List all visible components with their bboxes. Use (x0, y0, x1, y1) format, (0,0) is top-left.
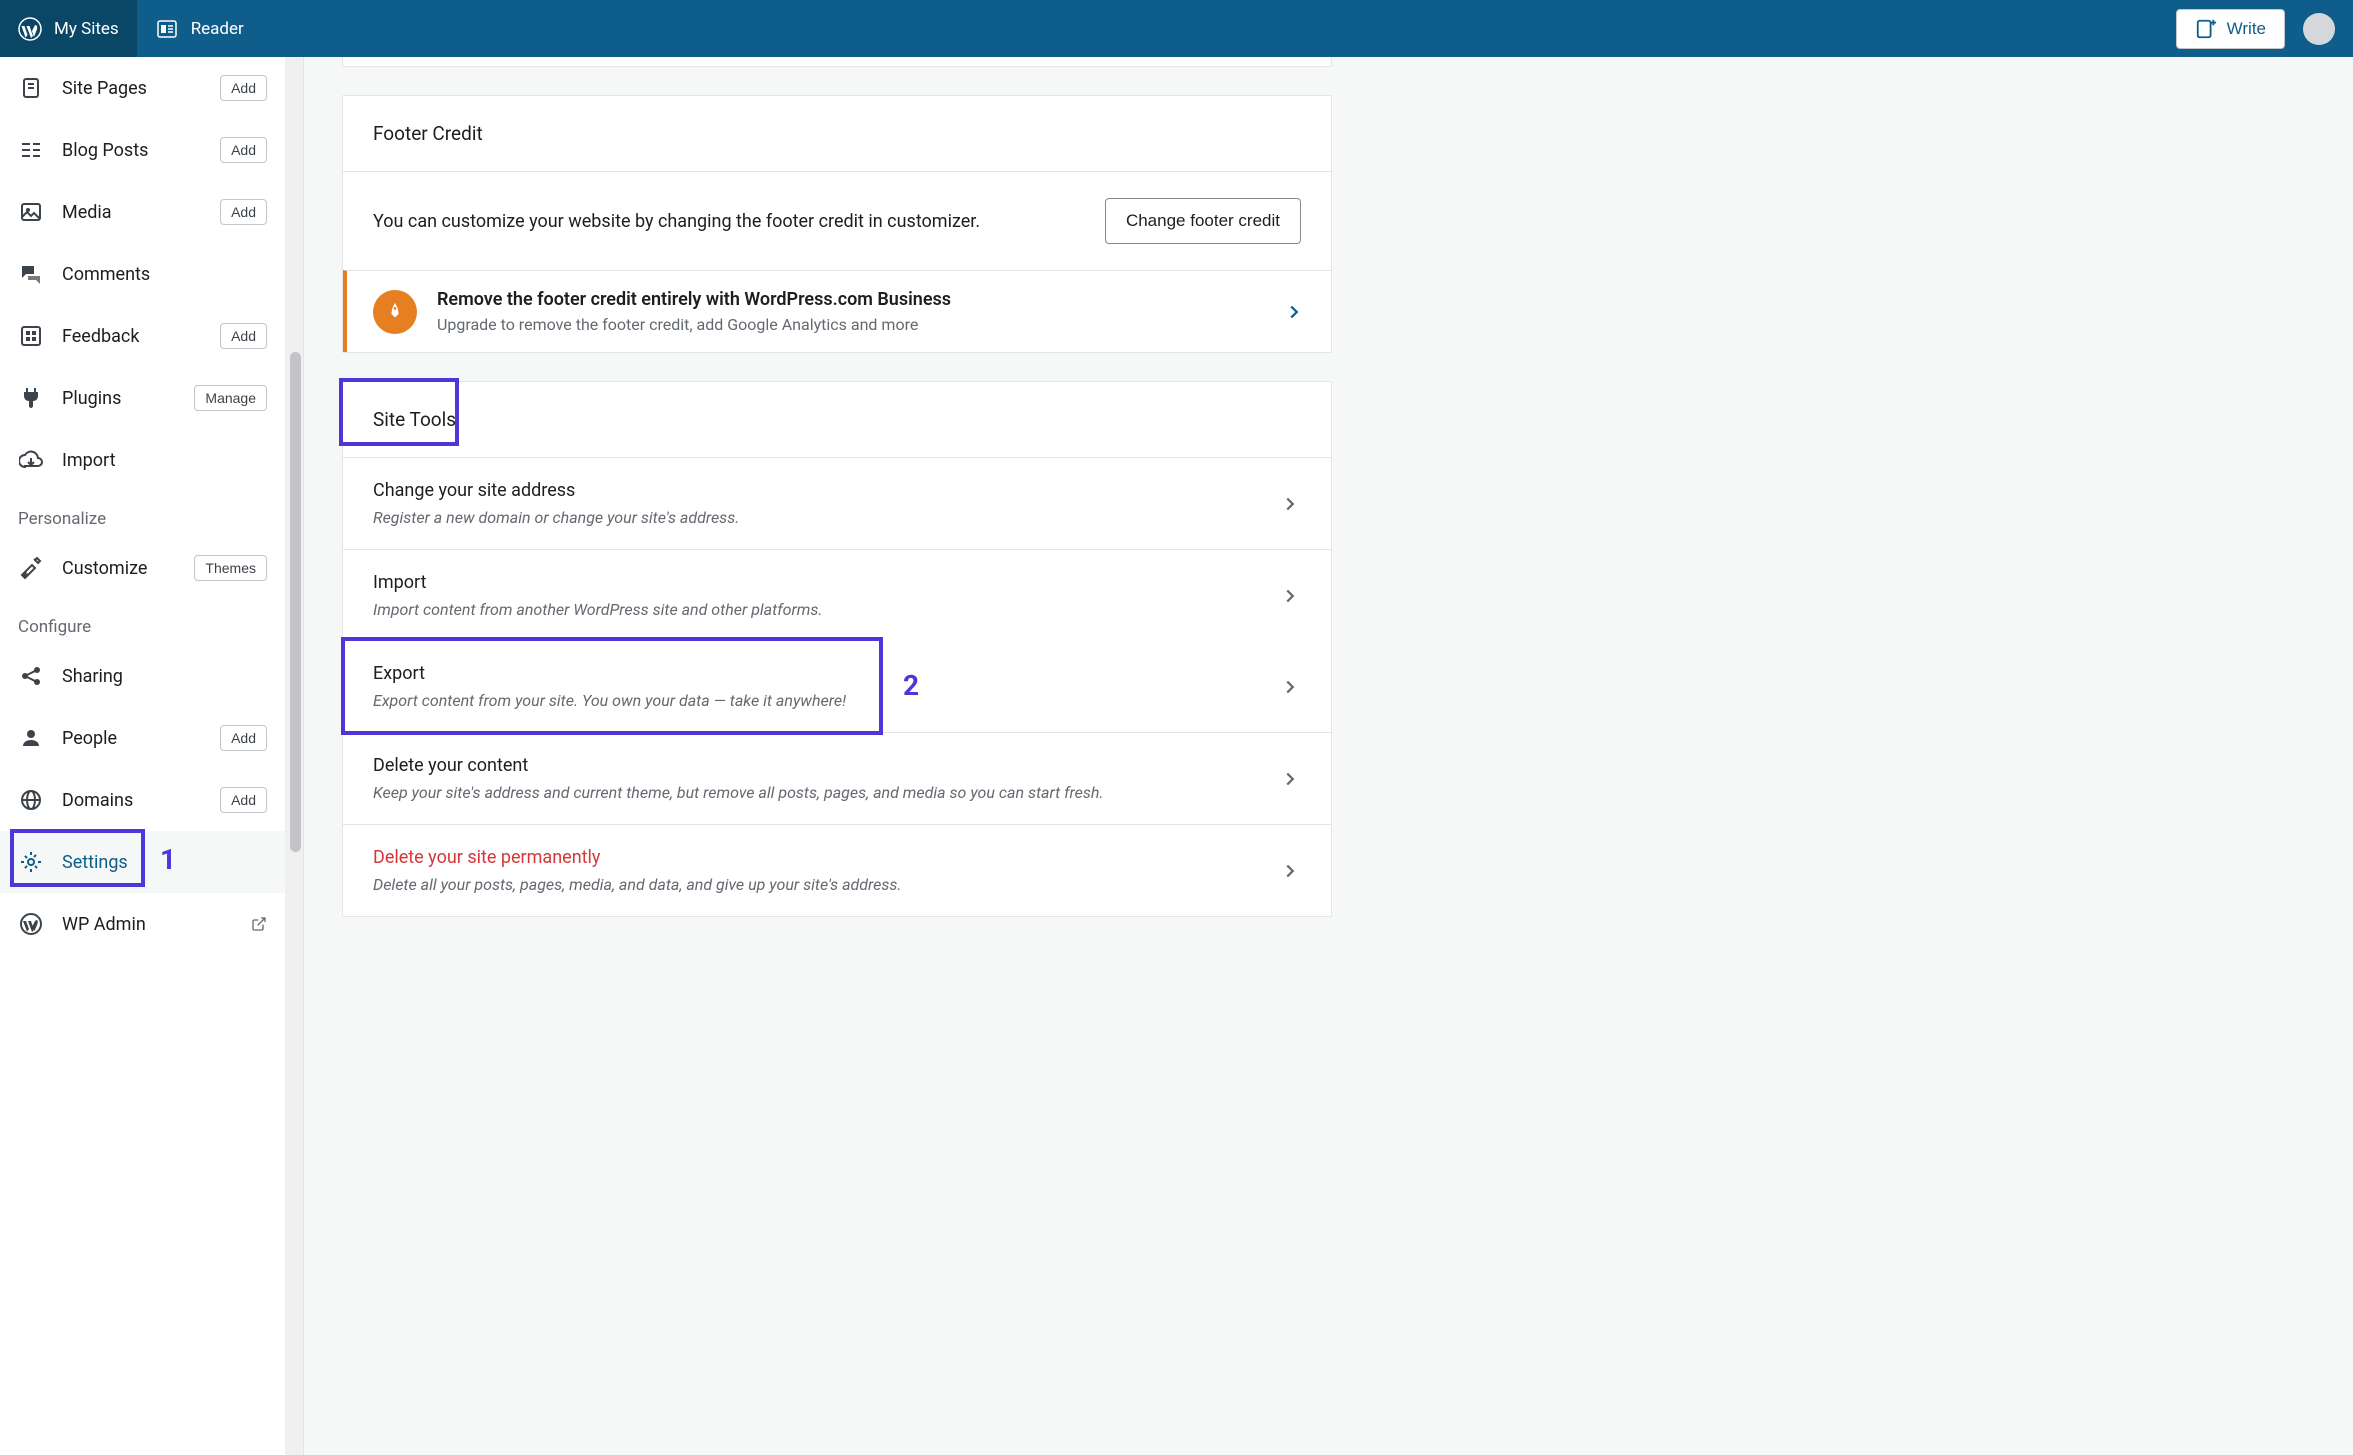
chevron-right-icon (1279, 860, 1301, 882)
tool-subtitle: Export content from your site. You own y… (373, 691, 1279, 710)
reader-icon (155, 17, 179, 41)
add-page-button[interactable]: Add (220, 75, 267, 101)
sidebar-item-comments[interactable]: Comments (0, 243, 285, 305)
change-footer-credit-button[interactable]: Change footer credit (1105, 198, 1301, 244)
sidebar-item-site-pages[interactable]: Site Pages Add (0, 57, 285, 119)
plugins-icon (18, 385, 44, 411)
add-post-button[interactable]: Add (220, 137, 267, 163)
domains-icon (18, 787, 44, 813)
my-sites-label: My Sites (54, 19, 119, 39)
chevron-right-icon (1279, 676, 1301, 698)
sidebar: Site Pages Add Blog Posts Add Media Add … (0, 57, 304, 1455)
sidebar-item-settings[interactable]: Settings (0, 831, 285, 893)
customize-icon (18, 555, 44, 581)
sidebar-item-people[interactable]: People Add (0, 707, 285, 769)
chevron-right-icon (1279, 585, 1301, 607)
tool-title: Change your site address (373, 480, 1279, 501)
chevron-right-icon (1279, 768, 1301, 790)
site-tools-header: Site Tools (343, 382, 1331, 458)
external-link-icon (251, 916, 267, 932)
tool-subtitle: Import content from another WordPress si… (373, 600, 1279, 619)
chevron-right-icon (1279, 493, 1301, 515)
sidebar-item-label: Blog Posts (62, 140, 220, 161)
sidebar-scrollbar[interactable] (285, 57, 303, 1455)
wordpress-logo-icon (18, 17, 42, 41)
sidebar-item-media[interactable]: Media Add (0, 181, 285, 243)
rocket-icon (373, 290, 417, 334)
footer-credit-desc: You can customize your website by changi… (373, 211, 980, 232)
manage-plugins-button[interactable]: Manage (194, 385, 267, 411)
site-tools-card: Site Tools Change your site address Regi… (342, 381, 1332, 917)
tool-change-address[interactable]: Change your site address Register a new … (343, 458, 1331, 549)
tool-delete-content[interactable]: Delete your content Keep your site's add… (343, 732, 1331, 824)
sidebar-item-feedback[interactable]: Feedback Add (0, 305, 285, 367)
tool-export[interactable]: Export Export content from your site. Yo… (343, 641, 1331, 732)
footer-credit-header: Footer Credit (343, 96, 1331, 172)
reader-nav[interactable]: Reader (137, 0, 262, 57)
page-icon (18, 75, 44, 101)
tool-subtitle: Register a new domain or change your sit… (373, 508, 1279, 527)
sidebar-item-label: WP Admin (62, 914, 251, 935)
import-icon (18, 447, 44, 473)
sidebar-scrollbar-thumb[interactable] (290, 352, 301, 852)
tool-subtitle: Delete all your posts, pages, media, and… (373, 875, 1279, 894)
sidebar-item-label: Plugins (62, 388, 194, 409)
sidebar-item-import[interactable]: Import (0, 429, 285, 491)
topbar: My Sites Reader Write (0, 0, 2353, 57)
tool-title: Export (373, 663, 1279, 684)
main-content: Footer Credit You can customize your web… (322, 57, 1352, 957)
comments-icon (18, 261, 44, 287)
people-icon (18, 725, 44, 751)
tool-import[interactable]: Import Import content from another WordP… (343, 549, 1331, 641)
sidebar-item-label: Domains (62, 790, 220, 811)
media-icon (18, 199, 44, 225)
sidebar-item-label: People (62, 728, 220, 749)
wpadmin-icon (18, 911, 44, 937)
write-label: Write (2227, 19, 2266, 39)
write-button[interactable]: Write (2176, 9, 2285, 49)
promo-subtitle: Upgrade to remove the footer credit, add… (437, 315, 1263, 334)
footer-credit-card: Footer Credit You can customize your web… (342, 95, 1332, 353)
sidebar-item-label: Customize (62, 558, 194, 579)
tool-subtitle: Keep your site's address and current the… (373, 783, 1279, 802)
tool-title: Import (373, 572, 1279, 593)
add-domain-button[interactable]: Add (220, 787, 267, 813)
sidebar-item-label: Sharing (62, 666, 267, 687)
sidebar-item-label: Feedback (62, 326, 220, 347)
tool-title: Delete your site permanently (373, 847, 1279, 868)
reader-label: Reader (191, 19, 244, 39)
sidebar-item-wp-admin[interactable]: WP Admin (0, 893, 285, 955)
sidebar-item-plugins[interactable]: Plugins Manage (0, 367, 285, 429)
user-avatar[interactable] (2303, 13, 2335, 45)
annotation-two: 2 (903, 669, 919, 702)
my-sites-nav[interactable]: My Sites (0, 0, 137, 57)
sidebar-item-domains[interactable]: Domains Add (0, 769, 285, 831)
sidebar-item-label: Comments (62, 264, 267, 285)
annotation-one: 1 (160, 843, 176, 876)
add-media-button[interactable]: Add (220, 199, 267, 225)
sidebar-item-label: Media (62, 202, 220, 223)
sidebar-item-customize[interactable]: Customize Themes (0, 537, 285, 599)
sidebar-item-blog-posts[interactable]: Blog Posts Add (0, 119, 285, 181)
chevron-right-icon (1283, 301, 1305, 323)
sidebar-item-label: Site Pages (62, 78, 220, 99)
sidebar-item-sharing[interactable]: Sharing (0, 645, 285, 707)
settings-icon (18, 849, 44, 875)
promo-title: Remove the footer credit entirely with W… (437, 289, 1263, 310)
write-icon (2195, 18, 2217, 40)
sidebar-item-label: Import (62, 450, 267, 471)
add-feedback-button[interactable]: Add (220, 323, 267, 349)
sharing-icon (18, 663, 44, 689)
themes-button[interactable]: Themes (194, 555, 267, 581)
configure-header: Configure (0, 599, 285, 645)
personalize-header: Personalize (0, 491, 285, 537)
upgrade-promo-row[interactable]: Remove the footer credit entirely with W… (343, 270, 1331, 352)
posts-icon (18, 137, 44, 163)
feedback-icon (18, 323, 44, 349)
add-people-button[interactable]: Add (220, 725, 267, 751)
tool-delete-site[interactable]: Delete your site permanently Delete all … (343, 824, 1331, 916)
tool-title: Delete your content (373, 755, 1279, 776)
